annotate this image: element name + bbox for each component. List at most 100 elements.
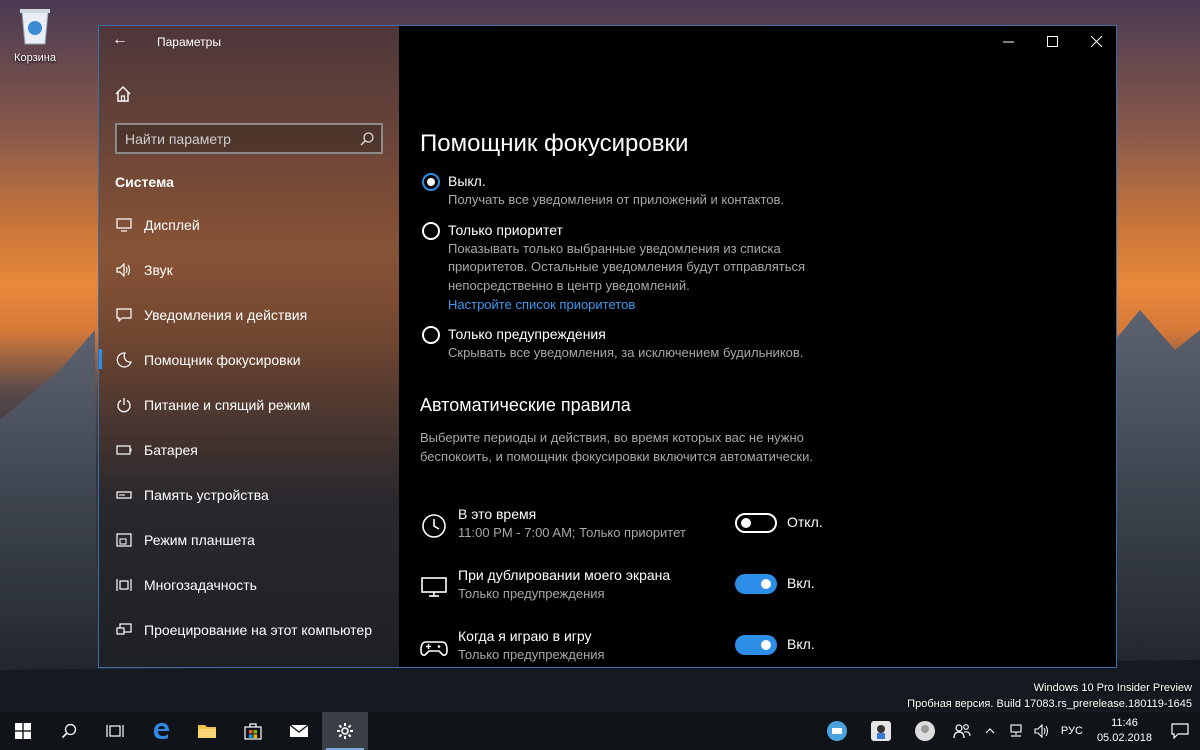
radio-option-priority-only[interactable]: Только приоритет Показывать только выбра… (420, 221, 1020, 315)
edge-button[interactable] (138, 712, 184, 750)
taskbar: РУС 11:46 05.02.2018 (0, 712, 1200, 750)
folder-icon (198, 725, 216, 738)
storage-icon (115, 486, 133, 504)
rule-subtitle: 11:00 PM - 7:00 AM; Только приоритет (458, 525, 686, 540)
tray-app-3[interactable] (903, 712, 947, 750)
mail-button[interactable] (276, 712, 322, 750)
store-button[interactable] (230, 712, 276, 750)
rule-subtitle: Только предупреждения (458, 586, 605, 601)
sidebar-item-storage[interactable]: Память устройства (99, 472, 399, 517)
radio-label: Только предупреждения (448, 326, 606, 342)
radio-description: Показывать только выбранные уведомления … (448, 240, 806, 293)
rule-name: Когда я играю в игру (458, 628, 592, 644)
auto-rules-title: Автоматические правила (420, 395, 631, 415)
store-bag-icon (244, 723, 262, 740)
project-icon (115, 621, 133, 639)
toggle-switch-on[interactable] (735, 574, 777, 594)
radio-label: Выкл. (448, 173, 486, 189)
auto-rules-description: Выберите периоды и действия, во время ко… (420, 430, 813, 464)
task-view-button[interactable] (92, 712, 138, 750)
radio-button-selected[interactable] (422, 173, 440, 191)
auto-rules-list: В это время 11:00 PM - 7:00 AM; Только п… (420, 504, 1020, 667)
sidebar-item-label: Проецирование на этот компьютер (144, 621, 372, 638)
radio-option-alarms-only[interactable]: Только предупреждения Скрывать все уведо… (420, 325, 1020, 363)
sidebar-item-tablet-mode[interactable]: Режим планшета (99, 517, 399, 562)
action-center-button[interactable] (1160, 712, 1200, 750)
rule-duplicating-display[interactable]: При дублировании моего экрана Только пре… (420, 565, 1020, 626)
toggle-state: Откл. (787, 514, 823, 530)
radio-label: Только приоритет (448, 221, 563, 238)
network-button[interactable] (1003, 712, 1029, 750)
recycle-bin[interactable]: Корзина (8, 6, 62, 64)
rule-during-these-times[interactable]: В это время 11:00 PM - 7:00 AM; Только п… (420, 504, 1020, 565)
watermark-line: Пробная версия. Build 17083.rs_prereleas… (907, 698, 1192, 710)
sidebar-item-label: Питание и спящий режим (144, 396, 311, 413)
app-avatar-icon (826, 721, 847, 741)
radio-option-off[interactable]: Выкл. Получать все уведомления от прилож… (420, 172, 1020, 210)
app-avatar-icon (870, 721, 891, 741)
display-icon (115, 216, 133, 234)
sidebar-item-notifications[interactable]: Уведомления и действия (99, 292, 399, 337)
battery-icon (115, 441, 133, 459)
sidebar-item-power[interactable]: Питание и спящий режим (99, 382, 399, 427)
sidebar-item-focus-assist[interactable]: Помощник фокусировки (99, 337, 399, 382)
build-watermark: Windows 10 Pro Insider Preview Пробная в… (907, 680, 1192, 712)
edge-icon (154, 723, 169, 739)
toggle-switch-off[interactable] (735, 513, 777, 533)
sidebar-item-multitasking[interactable]: Многозадачность (99, 562, 399, 607)
taskbar-search-button[interactable] (46, 712, 92, 750)
search-box[interactable] (115, 123, 383, 154)
people-icon (953, 724, 971, 739)
tray-app-1[interactable] (815, 712, 859, 750)
rule-playing-game[interactable]: Когда я играю в игру Только предупрежден… (420, 626, 1020, 667)
tablet-icon (115, 531, 133, 549)
clock[interactable]: 11:46 05.02.2018 (1089, 716, 1160, 746)
sidebar-item-label: Память устройства (144, 486, 269, 503)
sidebar-item-label: Звук (144, 261, 173, 278)
close-icon[interactable] (1074, 26, 1116, 56)
priority-list-link[interactable]: Настройте список приоритетов (448, 295, 1020, 314)
volume-button[interactable] (1029, 712, 1055, 750)
mail-icon (289, 724, 309, 737)
toggle-switch-on[interactable] (735, 635, 777, 655)
system-tray: РУС 11:46 05.02.2018 (815, 712, 1200, 750)
back-arrow-icon[interactable]: ← (109, 31, 131, 51)
monitor-icon (421, 577, 447, 597)
notification-icon (1171, 723, 1189, 739)
rule-name: При дублировании моего экрана (458, 567, 671, 583)
sidebar-item-project[interactable]: Проецирование на этот компьютер (99, 607, 399, 652)
maximize-icon[interactable] (1030, 26, 1074, 56)
title-bar[interactable]: ← Параметры (99, 26, 399, 56)
power-icon (115, 396, 133, 414)
sidebar-item-display[interactable]: Дисплей (99, 202, 399, 247)
page-title: Помощник фокусировки (420, 130, 689, 157)
sidebar-item-sound[interactable]: Звук (99, 247, 399, 292)
toggle-state: Вкл. (787, 636, 815, 652)
input-language[interactable]: РУС (1055, 725, 1089, 737)
sidebar-item-label: Многозадачность (144, 576, 257, 593)
radio-button[interactable] (422, 326, 440, 344)
clock-icon (422, 514, 446, 538)
tray-app-2[interactable] (859, 712, 903, 750)
minimize-icon[interactable] (986, 26, 1030, 56)
home-icon[interactable] (113, 84, 133, 104)
radio-button[interactable] (422, 221, 440, 240)
caption-buttons (986, 26, 1116, 56)
clock-time: 11:46 (1111, 717, 1138, 729)
start-button[interactable] (0, 712, 46, 750)
gamepad-icon (420, 641, 448, 656)
recycle-bin-icon (20, 9, 50, 45)
settings-taskbar-button[interactable] (322, 712, 368, 750)
volume-icon (1034, 724, 1048, 738)
gear-icon (337, 723, 353, 739)
people-button[interactable] (947, 712, 977, 750)
section-title: Система (115, 174, 174, 190)
search-icon[interactable] (359, 131, 375, 147)
radio-description: Получать все уведомления от приложений и… (448, 192, 785, 207)
search-input[interactable] (125, 129, 345, 149)
tray-overflow-button[interactable] (977, 712, 1003, 750)
toggle-state: Вкл. (787, 575, 815, 591)
sidebar-item-battery[interactable]: Батарея (99, 427, 399, 472)
sidebar-item-label: Дисплей (144, 216, 200, 233)
file-explorer-button[interactable] (184, 712, 230, 750)
